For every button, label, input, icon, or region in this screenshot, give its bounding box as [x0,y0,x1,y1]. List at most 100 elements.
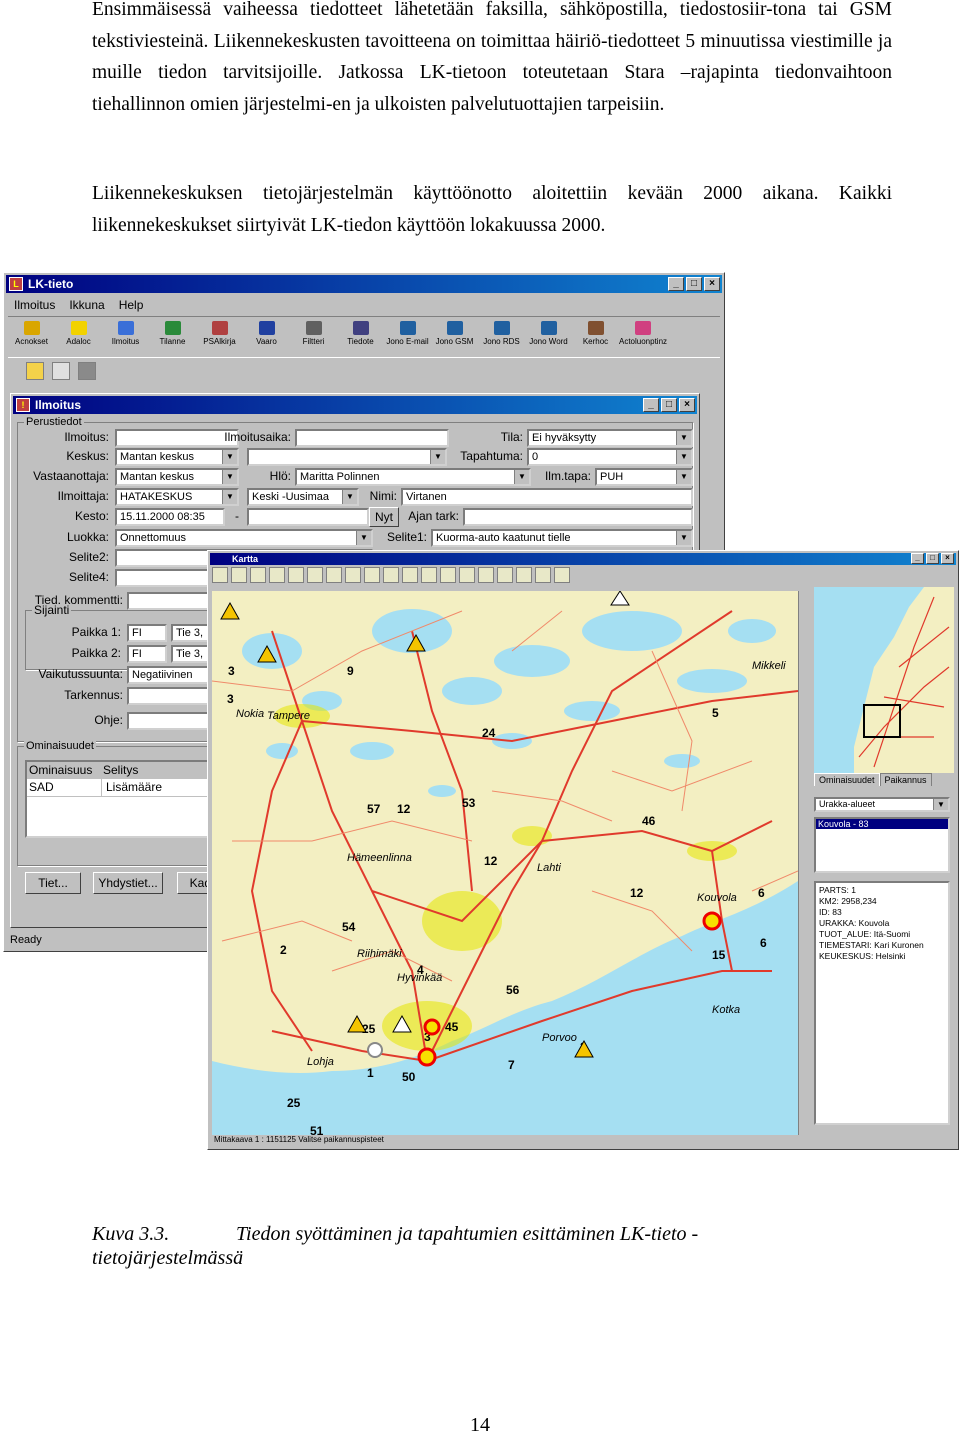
maximize-button[interactable]: □ [686,277,702,291]
toolbar-button-adaloc[interactable]: Adaloc [55,317,102,355]
incident-marker[interactable] [367,1042,383,1058]
zoom-out-icon[interactable] [307,567,323,583]
print-icon[interactable] [440,567,456,583]
toolbar-button-label: Tiedote [347,337,374,346]
map-window: Kartta _ □ × 3 9 3 5 24 57 12 53 46 12 1… [207,550,959,1150]
toolbar-button-acnokset[interactable]: Acnokset [8,317,55,355]
road-number: 50 [402,1070,416,1084]
pan-icon[interactable] [231,567,247,583]
zoom-in-icon[interactable] [288,567,304,583]
incident-marker[interactable] [702,911,722,931]
tools-icon[interactable] [554,567,570,583]
tilanne-select[interactable]: ▼ [247,448,447,466]
toolbar-button-jono-gsm[interactable]: Jono GSM [431,317,478,355]
list-item-selected[interactable]: Kouvola - 83 [816,819,948,829]
map-close-button[interactable]: × [941,553,954,564]
zoom-next-icon[interactable] [383,567,399,583]
incident-marker[interactable] [423,1018,441,1036]
toolbar-button-tiedote[interactable]: Tiedote [337,317,384,355]
toolbar-button-vaaro[interactable]: Vaaro [243,317,290,355]
selite1-select[interactable]: Kuorma-auto kaatunut tielle ▼ [431,529,693,547]
toolbar-button-label: Adaloc [66,337,91,346]
tab-ominaisuudet[interactable]: Ominaisuudet [814,773,880,786]
close-button[interactable]: × [704,277,720,291]
measure-icon[interactable] [421,567,437,583]
nimi-field[interactable]: Virtanen [401,488,693,506]
tapahtuma-select[interactable]: 0 ▼ [527,448,693,466]
toolbar-button-jono-rds[interactable]: Jono RDS [478,317,525,355]
overview-map[interactable] [814,587,954,773]
child-close-button[interactable]: × [679,398,695,412]
info-icon[interactable] [250,567,266,583]
start-time-field[interactable]: 15.11.2000 08:35 [115,508,225,526]
layer-select[interactable]: Urakka-alueet ▼ [814,797,950,812]
layers-icon[interactable] [269,567,285,583]
road-number: 3 [227,692,234,706]
hlo-label: Hlö: [269,469,291,483]
select-icon[interactable] [212,567,228,583]
ominaisuudet-label: Ominaisuudet [24,740,96,752]
selite2-label: Selite2: [68,550,109,564]
yhdystiet-button[interactable]: Yhdystiet... [93,872,163,894]
help-icon[interactable] [478,567,494,583]
secondary-toolbar [8,359,96,385]
copy-icon[interactable] [52,362,70,380]
place-label: Nokia [236,708,264,720]
road-number: 5 [712,706,719,720]
map-minimize-button[interactable]: _ [911,553,924,564]
pointer-icon[interactable] [535,567,551,583]
nyt-button[interactable]: Nyt [369,507,399,527]
map-maximize-button[interactable]: □ [926,553,939,564]
column-header[interactable]: Ominaisuus [27,762,101,779]
selected-area-list[interactable]: Kouvola - 83 [814,817,950,873]
menu-help[interactable]: Help [119,296,144,314]
minimize-button[interactable]: _ [668,277,684,291]
menu-ikkuna[interactable]: Ikkuna [69,296,104,314]
tiet-button[interactable]: Tiet... [25,872,81,894]
toolbar-button-jono-word[interactable]: Jono Word [525,317,572,355]
save-icon[interactable] [78,362,96,380]
flash-icon[interactable] [26,362,44,380]
paikka2-country[interactable]: FI [127,645,167,663]
road-number: 12 [484,854,498,868]
tila-select[interactable]: Ei hyväksytty ▼ [527,429,693,447]
tab-paikannus[interactable]: Paikannus [879,773,932,786]
road-number: 53 [462,796,476,810]
menu-ilmoitus[interactable]: Ilmoitus [14,296,55,314]
toolbar-button-label: Jono GSM [435,337,474,346]
paikka1-country[interactable]: FI [127,624,167,642]
place-label: Hyvinkää [397,972,442,984]
map-vertical-scrollbar[interactable] [798,591,813,1135]
incident-marker[interactable] [417,1047,437,1067]
toolbar-button-psalkirja[interactable]: PSAlkirja [196,317,243,355]
ilmoittaja-select[interactable]: HATAKESKUS ▼ [115,488,239,506]
caption-number: Kuva 3.3. [92,1223,170,1245]
lock-icon[interactable] [516,567,532,583]
child-maximize-button[interactable]: □ [661,398,677,412]
luokka-select[interactable]: Onnettomuus ▼ [115,529,373,547]
column-header[interactable]: Selitys [101,762,138,779]
center-icon[interactable] [326,567,342,583]
child-minimize-button[interactable]: _ [643,398,659,412]
zoom-prev-icon[interactable] [364,567,380,583]
toolbar-button-ilmoitus[interactable]: Ilmoitus [102,317,149,355]
ilmoittaja-area-select[interactable]: Keski -Uusimaa ▼ [247,488,359,506]
toolbar-button-actoluonptinz[interactable]: Actoluonptinz [619,317,667,355]
refresh-icon[interactable] [459,567,475,583]
toolbar-button-tilanne[interactable]: Tilanne [149,317,196,355]
hlo-select[interactable]: Maritta Polinnen ▼ [295,468,531,486]
toolbar-button-kerhoc[interactable]: Kerhoc [572,317,619,355]
toolbar-button-filtteri[interactable]: Filtteri [290,317,337,355]
main-map[interactable]: 9393524571253461212654224562534571561502… [212,591,798,1135]
road-number: 45 [445,1020,459,1034]
ajantark-field[interactable] [463,508,693,526]
vastaanottaja-select[interactable]: Mantan keskus ▼ [115,468,239,486]
ilmoitusaika-field[interactable] [295,429,449,447]
find-icon[interactable] [402,567,418,583]
legend-icon[interactable] [497,567,513,583]
ilmtapa-select[interactable]: PUH ▼ [595,468,693,486]
toolbar-button-jono-e-mail[interactable]: Jono E-mail [384,317,431,355]
zoom-full-icon[interactable] [345,567,361,583]
end-time-field[interactable] [247,508,369,526]
place-label: Riihimäki [357,948,402,960]
